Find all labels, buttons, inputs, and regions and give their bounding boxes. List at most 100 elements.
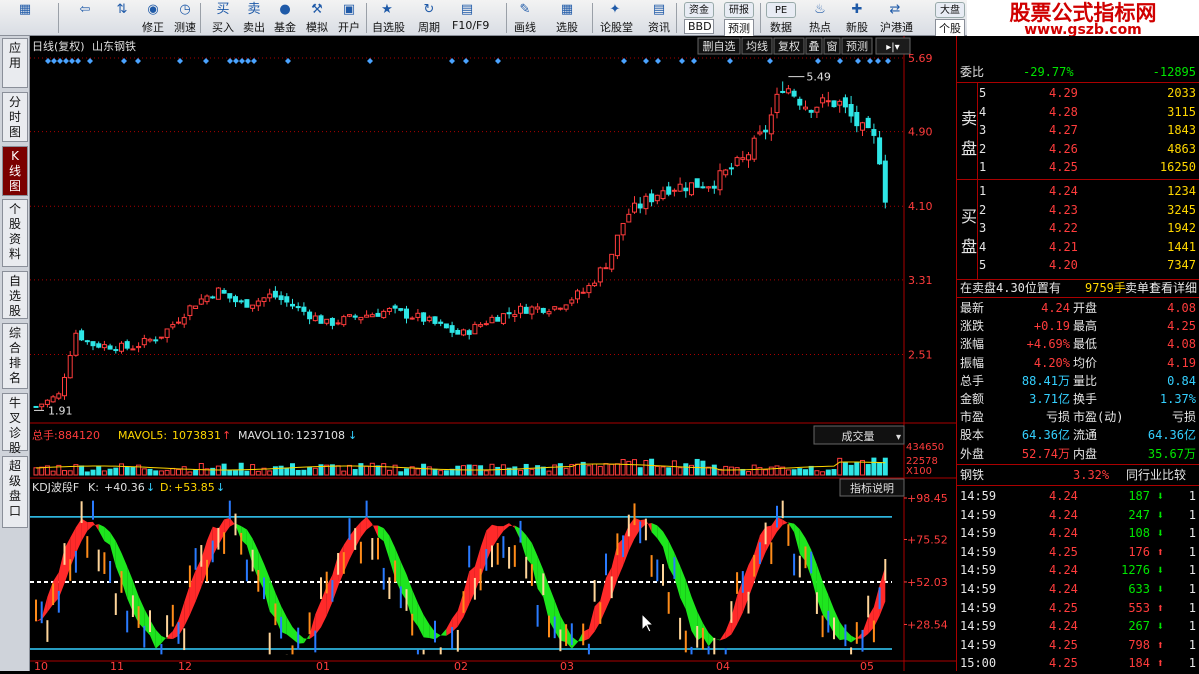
kline-candle[interactable] [854, 111, 860, 127]
kline-candle[interactable] [107, 345, 113, 350]
kline-candle[interactable] [381, 310, 387, 319]
kline-candle[interactable] [130, 348, 136, 351]
kline-chart-svg[interactable]: 日线(复权) 山东钢铁 删自选 均线 复权叠窗预测 ▸|▾ 5.69 4.90 4.10 3.31… [30, 36, 956, 673]
kline-candle[interactable] [443, 323, 449, 329]
kline-candle[interactable] [90, 341, 96, 347]
kline-candle[interactable] [785, 88, 791, 94]
kline-candle[interactable] [882, 160, 888, 203]
tick-row[interactable]: 14:59 4.24 633 ⬇ 1 [957, 580, 1199, 598]
kline-candle[interactable] [495, 316, 501, 322]
kline-candle[interactable] [347, 314, 352, 317]
toolbar-button-hot[interactable]: ♨ 热点 [805, 0, 835, 36]
kline-candle[interactable] [780, 90, 786, 93]
toolbar-button-cycle[interactable]: ↻ 周期 [414, 0, 444, 36]
kline-candle[interactable] [814, 106, 820, 113]
kline-candle[interactable] [586, 285, 592, 294]
kline-candle[interactable] [609, 253, 615, 270]
kline-candle[interactable] [563, 304, 569, 310]
toolbar-button-research[interactable]: 研报 预测 [724, 0, 754, 37]
kline-candle[interactable] [409, 317, 415, 320]
kline-candle[interactable] [489, 316, 495, 324]
kline-candle[interactable] [147, 338, 153, 342]
kline-candle[interactable] [483, 323, 489, 326]
kline-candle[interactable] [170, 324, 176, 328]
toolbar-button-up-down-arrows[interactable]: ⇅ [107, 0, 137, 36]
kline-candle[interactable] [803, 106, 808, 110]
kline-candle[interactable] [426, 316, 432, 322]
kline-candle[interactable] [575, 290, 580, 300]
kline-candle[interactable] [79, 330, 85, 341]
kline-candle[interactable] [250, 304, 256, 309]
kline-chart-area[interactable]: 日线(复权) 山东钢铁 删自选 均线 复权叠窗预测 ▸|▾ 5.69 4.90 4.10 3.31… [30, 36, 956, 673]
kline-candle[interactable] [552, 306, 558, 310]
toolbar-button-sell[interactable]: 卖卖出 [239, 0, 269, 36]
tick-row[interactable]: 15:00 4.25 184 ⬆ 1 [957, 654, 1199, 672]
kline-candle[interactable] [233, 296, 238, 303]
kline-candle[interactable] [341, 316, 347, 326]
kline-candle[interactable] [461, 329, 466, 336]
sell-level-row[interactable]: 4 4.28 3115 [957, 103, 1199, 121]
sell-level-row[interactable]: 1 4.25 16250 [957, 158, 1199, 176]
tick-row[interactable]: 14:59 4.25 798 ⬆ 1 [957, 636, 1199, 654]
kline-candle[interactable] [825, 100, 831, 103]
buy-level-row[interactable]: 3 4.22 1942 [957, 219, 1199, 237]
kline-candle[interactable] [592, 282, 598, 287]
toolbar-button-market[interactable]: 大盘 个股 [935, 0, 965, 37]
kline-candle[interactable] [278, 295, 284, 301]
kline-candle[interactable] [689, 182, 694, 196]
kline-candle[interactable] [860, 122, 865, 131]
kline-candle[interactable] [540, 307, 546, 313]
toolbar-button-hk[interactable]: ⇄ 沪港通 [880, 0, 913, 36]
kline-candle[interactable] [649, 193, 655, 203]
kline-candle[interactable] [176, 321, 181, 324]
toolbar-button-select[interactable]: ▦ 选股 [552, 0, 582, 36]
toolbar-button-forum[interactable]: ✦ 论股堂 [600, 0, 633, 36]
kline-candle[interactable] [694, 178, 700, 188]
kline-candle[interactable] [837, 100, 843, 106]
kline-candle[interactable] [706, 186, 712, 189]
kline-candle[interactable] [717, 170, 723, 191]
tick-row[interactable]: 14:59 4.24 108 ⬇ 1 [957, 524, 1199, 542]
kline-candle[interactable] [506, 312, 512, 315]
kline-candle[interactable] [842, 97, 848, 108]
kline-candle[interactable] [529, 306, 535, 315]
kline-candle[interactable] [597, 267, 603, 283]
sell-level-row[interactable]: 2 4.26 4863 [957, 140, 1199, 158]
kline-candle[interactable] [307, 311, 313, 320]
kline-candle[interactable] [421, 312, 427, 322]
kline-candle[interactable] [871, 129, 877, 136]
toolbar-button-clock[interactable]: ◷ 测速 [170, 0, 200, 36]
side-tab-7[interactable]: 超级盘口 [2, 456, 28, 528]
kline-candle[interactable] [210, 296, 216, 299]
kline-candle[interactable] [352, 315, 358, 318]
kline-candle[interactable] [329, 317, 335, 326]
kline-candle[interactable] [67, 355, 73, 379]
kline-candle[interactable] [728, 167, 734, 170]
kline-candle[interactable] [335, 322, 341, 325]
tick-row[interactable]: 14:59 4.25 553 ⬆ 1 [957, 599, 1199, 617]
kline-candle[interactable] [364, 314, 370, 318]
kline-candle[interactable] [318, 315, 324, 324]
kline-candle[interactable] [375, 312, 381, 317]
kline-candle[interactable] [580, 291, 586, 294]
kline-candle[interactable] [877, 137, 883, 165]
kline-candle[interactable] [603, 267, 609, 270]
kline-candle[interactable] [438, 321, 444, 324]
kline-candle[interactable] [204, 295, 210, 303]
kline-candle[interactable] [215, 287, 221, 300]
kline-candle[interactable] [746, 154, 751, 161]
kline-candle[interactable] [398, 308, 404, 311]
side-tab-1[interactable]: 分时图 [2, 92, 28, 142]
kline-candle[interactable] [358, 316, 364, 321]
toolbar-button-new[interactable]: ✚ 新股 [842, 0, 872, 36]
kline-candle[interactable] [472, 323, 478, 335]
kline-candle[interactable] [711, 185, 717, 189]
kline-candle[interactable] [791, 90, 797, 97]
kline-candle[interactable] [820, 97, 826, 104]
kline-candle[interactable] [404, 308, 409, 319]
kline-candle[interactable] [449, 325, 455, 333]
tick-row[interactable]: 14:59 4.24 187 ⬇ 1 [957, 487, 1199, 505]
kline-candle[interactable] [500, 313, 506, 324]
toolbar-button-back-arrow[interactable]: ⇦ [70, 0, 100, 36]
kline-candle[interactable] [267, 293, 273, 299]
